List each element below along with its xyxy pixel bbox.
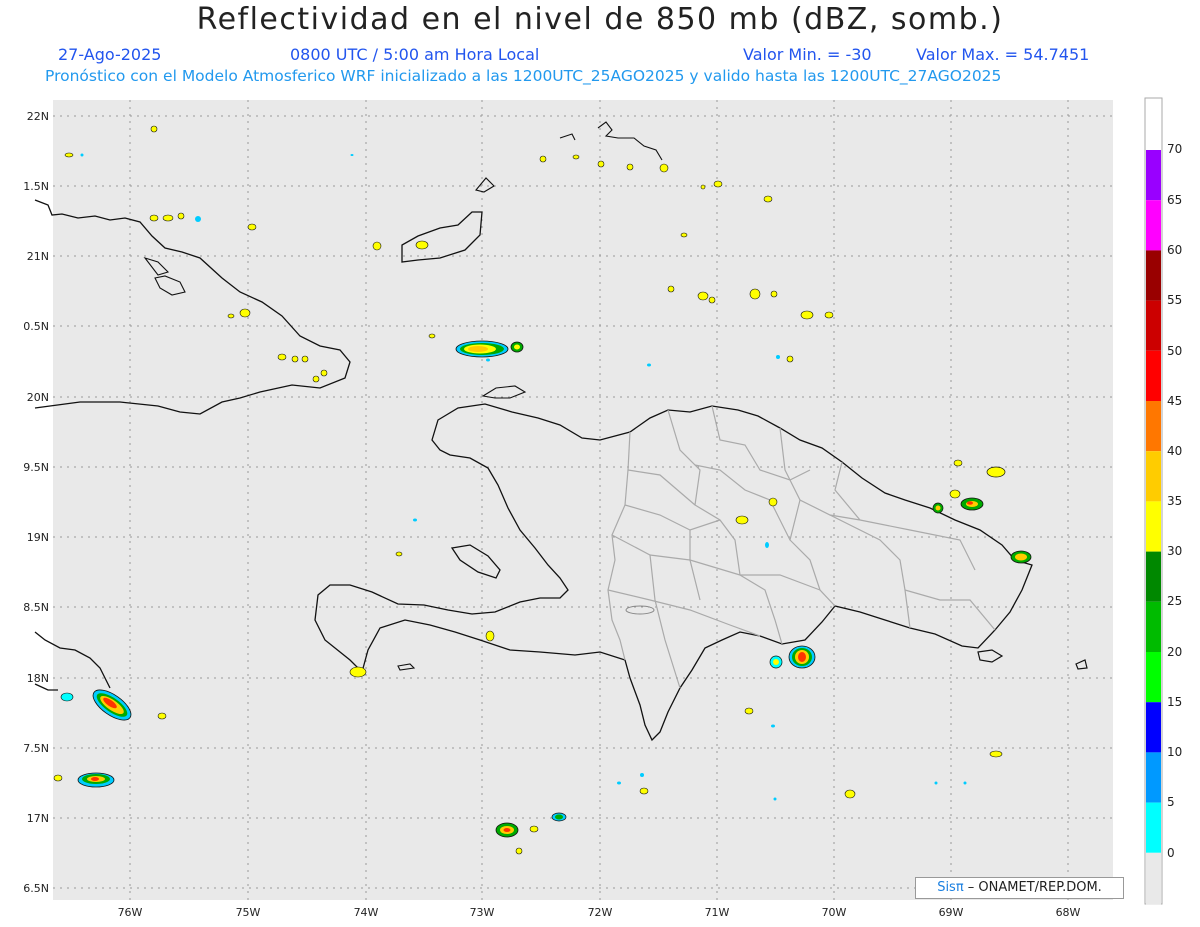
color-legend-labels: 70 65 60 55 50 45 40 35 30 25 20 15 10 5… xyxy=(1167,142,1182,860)
legend-swatch xyxy=(1146,250,1161,301)
credit-box: Sisπ – ONAMET/REP.DOM. xyxy=(915,877,1124,899)
sis-logo: Sisπ xyxy=(937,880,964,895)
legend-swatch xyxy=(1146,300,1161,351)
legend-label: 65 xyxy=(1167,193,1182,207)
lat-label: 0.5N xyxy=(23,320,49,333)
legend-label: 50 xyxy=(1167,344,1182,358)
lat-label: 8.5N xyxy=(23,601,49,614)
legend-swatch xyxy=(1146,451,1161,502)
legend-label: 60 xyxy=(1167,243,1182,257)
legend-swatch xyxy=(1146,501,1161,552)
lon-label: 76W xyxy=(118,906,143,919)
legend-label: 35 xyxy=(1167,494,1182,508)
lon-label: 73W xyxy=(470,906,495,919)
lon-label: 72W xyxy=(588,906,613,919)
lon-label: 75W xyxy=(236,906,261,919)
legend-swatch xyxy=(1146,752,1161,803)
legend-label: 55 xyxy=(1167,293,1182,307)
lat-label: 17N xyxy=(27,812,49,825)
legend-swatch xyxy=(1146,652,1161,703)
lon-axis-labels: 76W 75W 74W 73W 72W 71W 70W 69W 68W xyxy=(118,906,1081,919)
legend-swatch xyxy=(1146,852,1161,905)
lat-label: 1.5N xyxy=(23,180,49,193)
lat-label: 9.5N xyxy=(23,461,49,474)
legend-swatch xyxy=(1146,802,1161,853)
lon-label: 71W xyxy=(705,906,730,919)
legend-label: 40 xyxy=(1167,444,1182,458)
lon-label: 74W xyxy=(354,906,379,919)
lat-label: 19N xyxy=(27,531,49,544)
legend-label: 30 xyxy=(1167,544,1182,558)
lat-label: 7.5N xyxy=(23,742,49,755)
lat-label: 21N xyxy=(27,250,49,263)
legend-swatch xyxy=(1146,551,1161,602)
lat-label: 6.5N xyxy=(23,882,49,895)
legend-label: 25 xyxy=(1167,594,1182,608)
legend-swatch xyxy=(1146,702,1161,753)
lon-label: 70W xyxy=(822,906,847,919)
legend-swatch xyxy=(1146,350,1161,401)
legend-label: 5 xyxy=(1167,795,1175,809)
legend-label: 15 xyxy=(1167,695,1182,709)
lat-label: 20N xyxy=(27,391,49,404)
legend-label: 0 xyxy=(1167,846,1175,860)
lat-axis-labels: 22N 1.5N 21N 0.5N 20N 9.5N 19N 8.5N 18N … xyxy=(23,110,49,895)
lat-label: 22N xyxy=(27,110,49,123)
map-background xyxy=(53,100,1113,900)
legend-label: 10 xyxy=(1167,745,1182,759)
legend-label: 20 xyxy=(1167,645,1182,659)
reflectivity-map: 22N 1.5N 21N 0.5N 20N 9.5N 19N 8.5N 18N … xyxy=(23,97,1182,919)
legend-label: 45 xyxy=(1167,394,1182,408)
legend-label: 70 xyxy=(1167,142,1182,156)
color-legend: 70 65 60 55 50 45 40 35 30 25 20 15 10 5… xyxy=(1144,97,1182,905)
color-legend-swatches xyxy=(1146,150,1161,905)
legend-swatch xyxy=(1146,401,1161,452)
legend-swatch xyxy=(1146,200,1161,251)
credit-text: – ONAMET/REP.DOM. xyxy=(963,880,1102,895)
lon-label: 69W xyxy=(939,906,964,919)
lat-label: 18N xyxy=(27,672,49,685)
legend-swatch xyxy=(1146,601,1161,652)
lon-label: 68W xyxy=(1056,906,1081,919)
legend-swatch xyxy=(1146,150,1161,201)
